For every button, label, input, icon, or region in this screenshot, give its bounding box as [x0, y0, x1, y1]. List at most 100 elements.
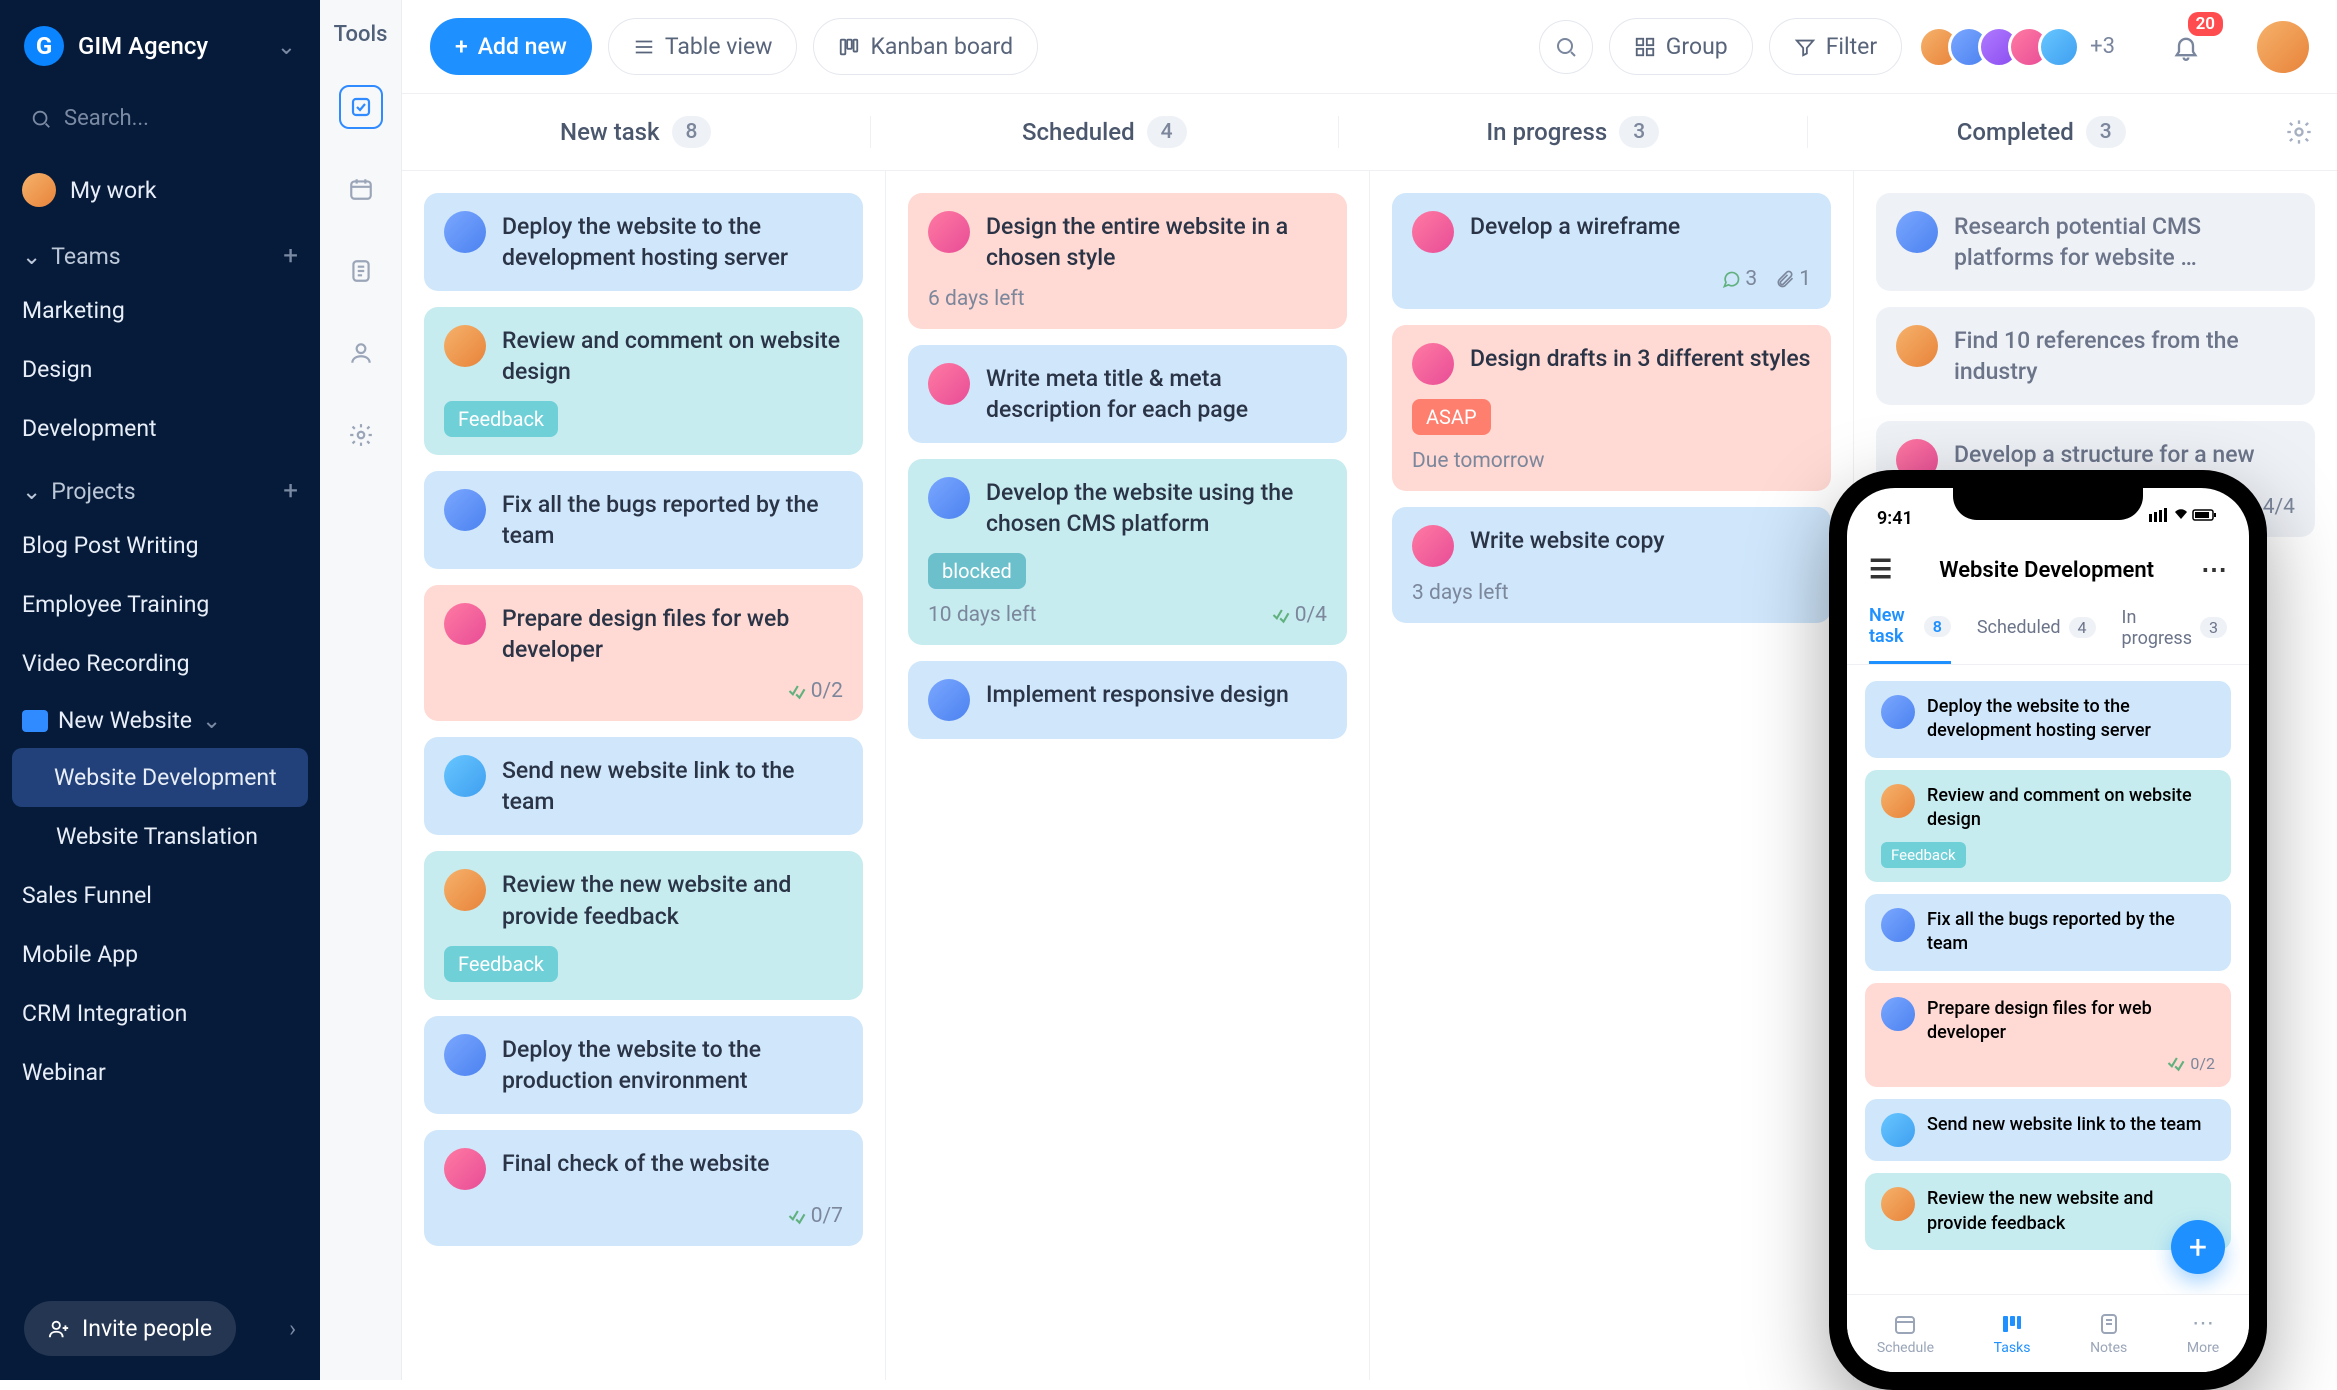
task-card[interactable]: Write meta title & meta description for … — [908, 345, 1347, 443]
assignee-avatar — [1412, 525, 1454, 567]
project-item[interactable]: Blog Post Writing — [0, 516, 320, 575]
calendar-tool-button[interactable] — [339, 167, 383, 211]
board-settings-button[interactable] — [2285, 118, 2313, 146]
assignee-avatar — [444, 1034, 486, 1076]
checklist-icon: 0/4 — [1271, 603, 1327, 627]
collapse-sidebar-button[interactable]: › — [289, 1315, 296, 1342]
task-title: Review the new website and provide feedb… — [1927, 1187, 2215, 1236]
projects-label: Projects — [51, 478, 135, 505]
task-title: Develop the website using the chosen CMS… — [986, 477, 1327, 539]
chevron-down-icon: ⌄ — [22, 478, 41, 505]
team-item-marketing[interactable]: Marketing — [0, 281, 320, 340]
checklist-icon: 0/2 — [787, 679, 843, 703]
task-title: Write website copy — [1470, 525, 1665, 556]
task-card[interactable]: Send new website link to the team — [1865, 1099, 2231, 1161]
column-scheduled: Design the entire website in a chosen st… — [886, 171, 1370, 1380]
workspace-name: GIM Agency — [78, 32, 263, 60]
task-tag: Feedback — [444, 946, 558, 982]
subproject-website-development[interactable]: Website Development — [12, 748, 308, 807]
add-project-button[interactable]: + — [283, 476, 298, 506]
task-card[interactable]: Fix all the bugs reported by the team — [424, 471, 863, 569]
assignee-avatar — [1881, 784, 1915, 818]
search-button[interactable] — [1539, 20, 1593, 74]
assignee-avatar — [1412, 211, 1454, 253]
search-input[interactable]: Search... — [16, 94, 304, 143]
workspace-switcher[interactable]: G GIM Agency ⌄ — [0, 0, 320, 88]
notes-tool-button[interactable] — [339, 249, 383, 293]
project-folder-new-website[interactable]: New Website ⌄ — [0, 693, 320, 748]
project-item[interactable]: Video Recording — [0, 634, 320, 693]
phone-add-button[interactable]: + — [2171, 1220, 2225, 1274]
add-new-button[interactable]: + Add new — [430, 18, 592, 75]
avatar — [22, 173, 56, 207]
phone-tab-scheduled[interactable]: Scheduled 4 — [1977, 617, 2096, 652]
phone-nav-more[interactable]: ⋯ More — [2187, 1311, 2219, 1356]
project-item[interactable]: Webinar — [0, 1043, 320, 1102]
task-card[interactable]: Design drafts in 3 different stylesASAPD… — [1392, 325, 1831, 491]
task-title: Prepare design files for web developer — [1927, 997, 2215, 1046]
people-tool-button[interactable] — [339, 331, 383, 375]
team-item-development[interactable]: Development — [0, 399, 320, 458]
filter-button[interactable]: Filter — [1769, 18, 1902, 75]
subproject-website-translation[interactable]: Website Translation — [0, 807, 320, 866]
phone-nav-notes[interactable]: Notes — [2090, 1312, 2127, 1356]
plus-icon: + — [455, 33, 468, 60]
task-card[interactable]: Write website copy3 days left — [1392, 507, 1831, 623]
teams-section-header[interactable]: ⌄ Teams + — [0, 223, 320, 281]
tasks-tool-button[interactable] — [339, 85, 383, 129]
task-card[interactable]: Design the entire website in a chosen st… — [908, 193, 1347, 329]
task-card[interactable]: Deploy the website to the production env… — [424, 1016, 863, 1114]
phone-nav-schedule[interactable]: Schedule — [1877, 1312, 1934, 1356]
project-item[interactable]: Sales Funnel — [0, 866, 320, 925]
team-item-design[interactable]: Design — [0, 340, 320, 399]
projects-section-header[interactable]: ⌄ Projects + — [0, 458, 320, 516]
more-icon[interactable]: ⋯ — [2201, 555, 2227, 585]
current-user-avatar[interactable] — [2257, 21, 2309, 73]
member-avatars[interactable]: +3 — [1918, 26, 2115, 68]
group-button[interactable]: Group — [1609, 18, 1753, 75]
task-card[interactable]: Prepare design files for web developer0/… — [1865, 983, 2231, 1088]
phone-nav-tasks[interactable]: Tasks — [1994, 1312, 2031, 1356]
phone-tab-new-task[interactable]: New task 8 — [1869, 605, 1951, 664]
kanban-view-button[interactable]: Kanban board — [813, 18, 1038, 75]
task-card[interactable]: Deploy the website to the development ho… — [1865, 681, 2231, 758]
invite-people-button[interactable]: Invite people — [24, 1301, 236, 1356]
avatars-more: +3 — [2090, 34, 2115, 59]
add-team-button[interactable]: + — [283, 241, 298, 271]
task-card[interactable]: Final check of the website0/7 — [424, 1130, 863, 1246]
task-card[interactable]: Research potential CMS platforms for web… — [1876, 193, 2315, 291]
column-name: In progress — [1486, 118, 1607, 146]
task-title: Final check of the website — [502, 1148, 770, 1179]
phone-header: ☰ Website Development ⋯ — [1847, 537, 2249, 599]
project-item[interactable]: Mobile App — [0, 925, 320, 984]
task-title: Review and comment on website design — [502, 325, 843, 387]
task-card[interactable]: Prepare design files for web developer0/… — [424, 585, 863, 721]
task-title: Review the new website and provide feedb… — [502, 869, 843, 931]
nav-label: Notes — [2090, 1340, 2127, 1356]
project-item[interactable]: Employee Training — [0, 575, 320, 634]
task-card[interactable]: Review and comment on website designFeed… — [1865, 770, 2231, 883]
settings-tool-button[interactable] — [339, 413, 383, 457]
task-card[interactable]: Develop a wireframe31 — [1392, 193, 1831, 309]
task-title: Review and comment on website design — [1927, 784, 2215, 833]
attachment-icon: 1 — [1775, 267, 1811, 291]
task-card[interactable]: Review and comment on website designFeed… — [424, 307, 863, 455]
task-card[interactable]: Deploy the website to the development ho… — [424, 193, 863, 291]
task-card[interactable]: Review the new website and provide feedb… — [424, 851, 863, 999]
task-card[interactable]: Send new website link to the team — [424, 737, 863, 835]
task-card[interactable]: Fix all the bugs reported by the team — [1865, 894, 2231, 971]
notifications-button[interactable]: 20 — [2159, 20, 2213, 74]
comments-icon: 3 — [1721, 267, 1757, 291]
table-view-button[interactable]: Table view — [608, 18, 798, 75]
assignee-avatar — [444, 1148, 486, 1190]
hamburger-icon[interactable]: ☰ — [1869, 555, 1892, 585]
task-card[interactable]: Implement responsive design — [908, 661, 1347, 739]
my-work-label: My work — [70, 177, 157, 204]
task-card[interactable]: Find 10 references from the industry — [1876, 307, 2315, 405]
task-card[interactable]: Develop the website using the chosen CMS… — [908, 459, 1347, 645]
column-count: 3 — [2086, 116, 2126, 148]
phone-tab-in-progress[interactable]: In progress 3 — [2122, 607, 2227, 663]
my-work-link[interactable]: My work — [0, 157, 320, 223]
notif-count: 20 — [2188, 12, 2223, 36]
project-item[interactable]: CRM Integration — [0, 984, 320, 1043]
